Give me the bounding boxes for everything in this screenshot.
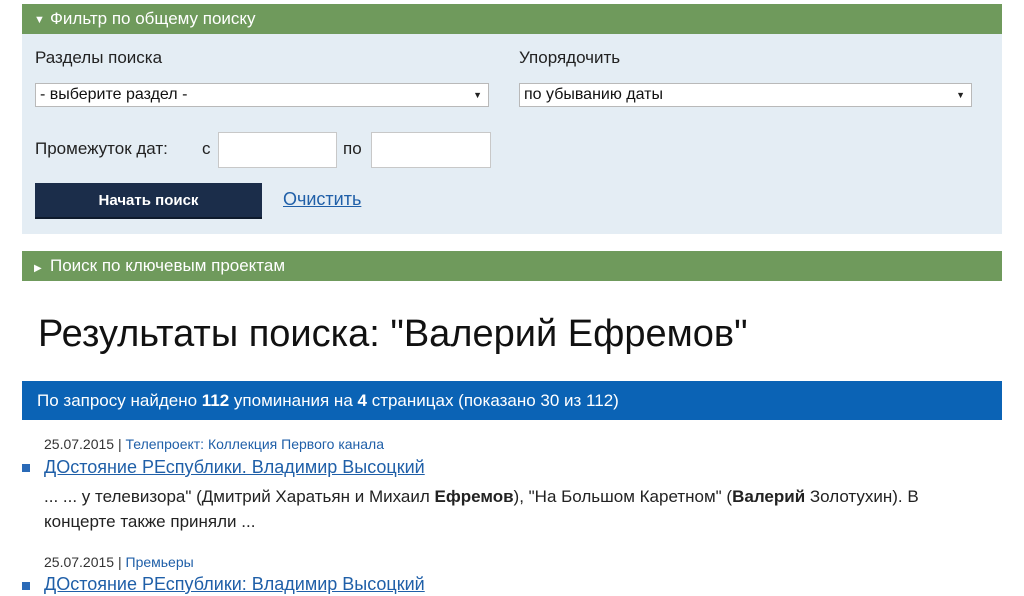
result-meta: 25.07.2015 | Телепроект: Коллекция Перво…	[44, 436, 384, 452]
result-date: 25.07.2015	[44, 436, 115, 452]
filter-header-label: Фильтр по общему поиску	[50, 9, 256, 28]
dropdown-arrow-icon: ▼	[956, 90, 965, 100]
triangle-right-icon: ▶	[34, 263, 42, 274]
date-range-label: Промежуток дат:	[35, 139, 168, 158]
result-category[interactable]: Телепроект: Коллекция Первого канала	[126, 436, 385, 452]
summary-pages: 4	[357, 391, 367, 410]
snippet-highlight: Валерий	[732, 487, 806, 506]
summary-suffix: страницах (показано 30 из 112)	[366, 391, 619, 410]
order-select-value: по убыванию даты	[524, 86, 663, 103]
bullet-square-icon	[22, 464, 30, 472]
order-label: Упорядочить	[519, 48, 621, 67]
order-select[interactable]: по убыванию даты ▼	[519, 83, 972, 107]
date-to-input[interactable]	[371, 132, 491, 168]
result-snippet: ... ... у телевизора" (Дмитрий Харатьян …	[44, 484, 964, 534]
summary-prefix: По запросу найдено	[37, 391, 202, 410]
date-from-input[interactable]	[218, 132, 337, 168]
triangle-down-icon: ▼	[34, 13, 45, 26]
filter-section: ▼ Фильтр по общему поиску Разделы поиска …	[22, 4, 1002, 234]
sections-select-value: - выберите раздел -	[40, 86, 188, 103]
projects-header-label: Поиск по ключевым проектам	[50, 256, 286, 275]
date-to-label: по	[343, 139, 362, 158]
result-title-link[interactable]: ДОстояние РЕспублики: Владимир Высоцкий	[44, 574, 425, 595]
filter-panel: Разделы поиска - выберите раздел - ▼ Упо…	[22, 34, 1002, 234]
result-meta: 25.07.2015 | Премьеры	[44, 554, 194, 570]
dropdown-arrow-icon: ▼	[473, 90, 482, 100]
snippet-text: ), "На Большом Каретном" (	[513, 487, 733, 506]
snippet-text: ... ... у телевизора" (Дмитрий Харатьян …	[44, 487, 435, 506]
result-category[interactable]: Премьеры	[126, 554, 194, 570]
projects-header[interactable]: ▶ Поиск по ключевым проектам	[22, 251, 1002, 281]
snippet-highlight: Ефремов	[434, 487, 514, 506]
start-search-button[interactable]: Начать поиск	[35, 183, 262, 219]
bullet-square-icon	[22, 582, 30, 590]
clear-link[interactable]: Очистить	[283, 189, 361, 210]
result-date: 25.07.2015	[44, 554, 115, 570]
result-title-link[interactable]: ДОстояние РЕспублики. Владимир Высоцкий	[44, 457, 425, 478]
filter-header[interactable]: ▼ Фильтр по общему поиску	[22, 4, 1002, 34]
meta-separator: |	[117, 436, 122, 452]
meta-separator: |	[117, 554, 122, 570]
results-title: Результаты поиска: "Валерий Ефремов"	[38, 313, 748, 355]
date-from-label: с	[202, 139, 211, 158]
sections-label: Разделы поиска	[35, 48, 163, 67]
sections-select[interactable]: - выберите раздел - ▼	[35, 83, 489, 107]
summary-mid: упоминания на	[229, 391, 358, 410]
results-summary: По запросу найдено 112 упоминания на 4 с…	[22, 381, 1002, 420]
summary-count: 112	[201, 391, 230, 410]
